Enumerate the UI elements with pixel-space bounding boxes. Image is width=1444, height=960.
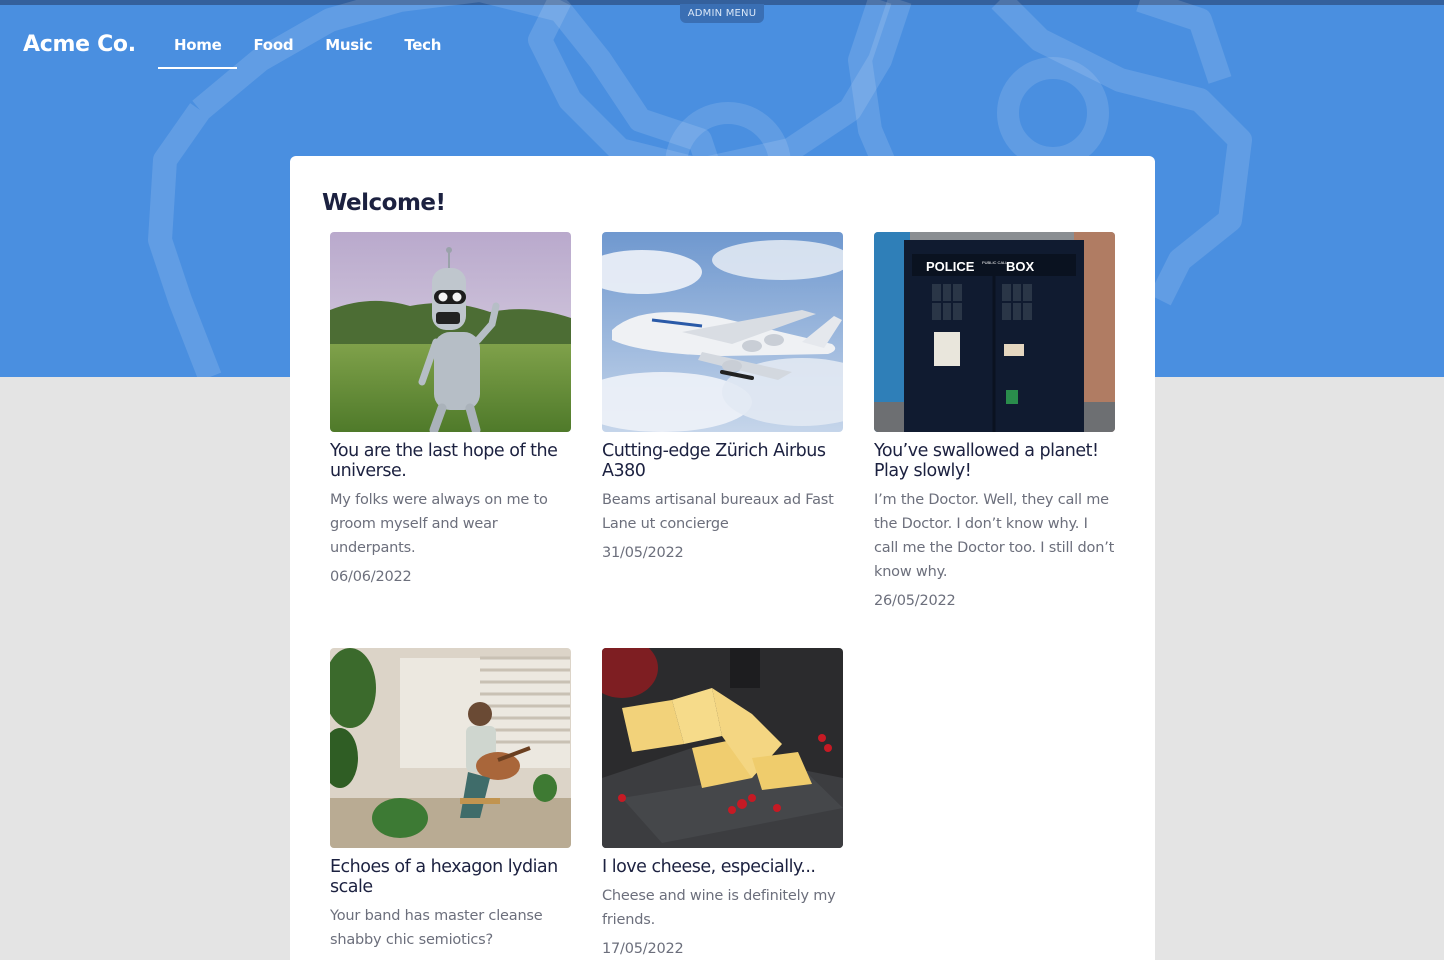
card-excerpt: Beams artisanal bureaux ad Fast Lane ut … (602, 492, 834, 532)
nav-item-food[interactable]: Food (237, 28, 309, 69)
article-card[interactable]: Cutting-edge Zürich Airbus A380 Beams ar… (602, 232, 843, 563)
card-date: 17/05/2022 (602, 941, 684, 957)
card-title[interactable]: You’ve swallowed a planet! Play slowly! (874, 441, 1115, 481)
card-date: 26/05/2022 (874, 593, 956, 609)
page-title: Welcome! (322, 190, 446, 216)
article-card[interactable]: POLICE PUBLIC CALL BOX You’ve swallowed … (874, 232, 1115, 611)
nav-item-music[interactable]: Music (309, 28, 388, 69)
brand-logo[interactable]: Acme Co. (23, 32, 136, 57)
police-sign-text: POLICE (926, 259, 975, 274)
card-title[interactable]: You are the last hope of the universe. (330, 441, 571, 481)
woman-playing-guitar-image[interactable] (330, 648, 571, 848)
police-box-image[interactable]: POLICE PUBLIC CALL BOX (874, 232, 1115, 432)
card-title[interactable]: Cutting-edge Zürich Airbus A380 (602, 441, 843, 481)
card-excerpt: Your band has master cleanse shabby chic… (330, 908, 543, 948)
card-excerpt: My folks were always on me to groom myse… (330, 492, 548, 556)
nav-item-home[interactable]: Home (158, 28, 238, 69)
card-title[interactable]: I love cheese, especially... (602, 857, 843, 877)
airbus-a380-image[interactable] (602, 232, 843, 432)
article-card[interactable]: Echoes of a hexagon lydian scale Your ba… (330, 648, 571, 959)
card-excerpt: Cheese and wine is definitely my friends… (602, 888, 836, 928)
card-title[interactable]: Echoes of a hexagon lydian scale (330, 857, 571, 897)
card-date: 06/06/2022 (330, 569, 412, 585)
card-date: 31/05/2022 (602, 545, 684, 561)
public-call-sign-text: PUBLIC CALL (982, 260, 1008, 265)
main-nav: Home Food Music Tech (158, 28, 457, 69)
nav-item-tech[interactable]: Tech (388, 28, 457, 69)
box-sign-text: BOX (1006, 259, 1035, 274)
content-panel: Welcome! You are the last hope of the un… (290, 156, 1155, 960)
article-card[interactable]: I love cheese, especially... Cheese and … (602, 648, 843, 959)
card-excerpt: I’m the Doctor. Well, they call me the D… (874, 492, 1115, 580)
article-card[interactable]: You are the last hope of the universe. M… (330, 232, 571, 587)
admin-menu-button[interactable]: ADMIN MENU (680, 4, 764, 23)
robot-in-park-image[interactable] (330, 232, 571, 432)
cheese-on-slate-image[interactable] (602, 648, 843, 848)
